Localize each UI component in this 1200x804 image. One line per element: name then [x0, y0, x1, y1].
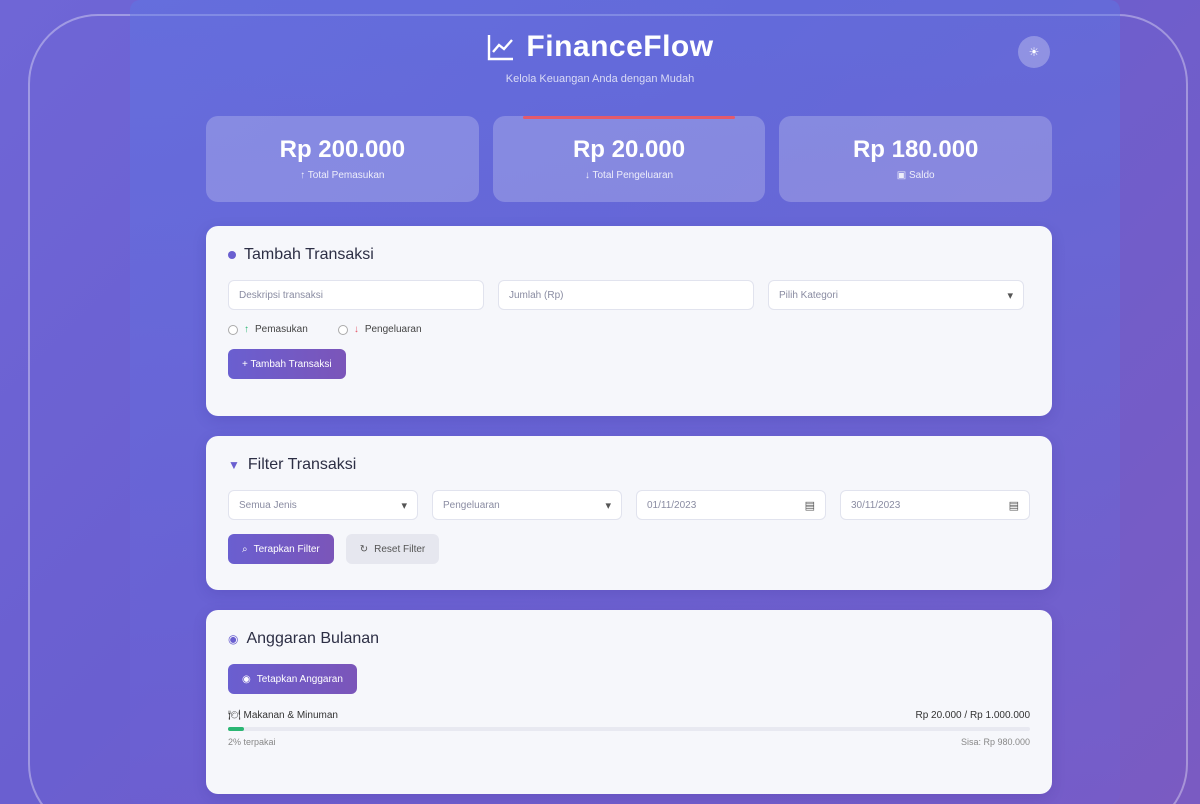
set-budget-button[interactable]: ◉ Tetapkan Anggaran [228, 664, 357, 694]
balance-stat-card: Rp 180.000 ▣ Saldo [779, 116, 1053, 202]
add-transaction-button[interactable]: + Tambah Transaksi [228, 349, 346, 379]
filter-title: ▼ Filter Transaksi [228, 456, 357, 473]
income-radio[interactable]: ↑ Pemasukan [228, 324, 308, 335]
chevron-down-icon: ▾ [605, 499, 611, 512]
apply-filter-button[interactable]: ⌕ Terapkan Filter [228, 534, 334, 564]
budget-item-amount: Rp 20.000 / Rp 1.000.000 [915, 710, 1030, 721]
add-transaction-title: Tambah Transaksi [228, 246, 1030, 264]
food-icon: 🍽 [228, 710, 244, 721]
type-filter-select[interactable]: Semua Jenis ▾ [228, 490, 418, 520]
chevron-down-icon: ▾ [1007, 289, 1013, 302]
expense-radio[interactable]: ↓ Pengeluaran [337, 324, 422, 335]
radio-circle [337, 324, 348, 335]
add-transaction-card: Tambah Transaksi Deskripsi transaksi Jum… [206, 226, 1052, 416]
refresh-icon: ↻ [359, 543, 369, 555]
budget-remaining-text: Sisa: Rp 980.000 [960, 737, 1030, 747]
income-label: ↑ Total Pemasukan [300, 170, 385, 181]
reset-filter-button[interactable]: ↻ Reset Filter [345, 534, 440, 564]
target-icon: ◉ [242, 673, 251, 685]
budget-card: ◉ Anggaran Bulanan ◉ Tetapkan Anggaran 🍽 … [206, 610, 1052, 794]
income-amount: Rp 200.000 [279, 136, 406, 163]
balance-amount: Rp 180.000 [852, 136, 979, 163]
wallet-icon: ▣ [896, 170, 909, 181]
arrow-down-icon: ↓ [584, 170, 593, 181]
filter-card: ▼ Filter Transaksi Semua Jenis ▾ Pengelu… [206, 436, 1052, 590]
theme-toggle-button[interactable]: ☀ [1018, 36, 1050, 68]
summary-stats: Rp 200.000 ↑ Total Pemasukan Rp 20.000 ↓… [206, 116, 1053, 202]
date-to-input[interactable]: 30/11/2023 ▤ [840, 490, 1030, 520]
budget-title: ◉ Anggaran Bulanan [228, 630, 380, 647]
target-icon: ◉ [228, 632, 239, 646]
expense-label: ↓ Total Pengeluaran [584, 170, 674, 181]
app-title: FinanceFlow [486, 30, 713, 64]
arrow-up-icon: ↑ [300, 170, 308, 181]
balance-label: ▣ Saldo [896, 170, 935, 181]
expense-stat-card: Rp 20.000 ↓ Total Pengeluaran [492, 116, 766, 202]
arrow-down-icon: ↓ [353, 324, 359, 335]
app-title-text: FinanceFlow [526, 30, 714, 63]
bullet-icon [228, 251, 236, 259]
chart-line-icon [488, 35, 514, 61]
description-input[interactable]: Deskripsi transaksi [228, 280, 484, 310]
calendar-icon: ▤ [804, 499, 815, 512]
category-filter-select[interactable]: Pengeluaran ▾ [432, 490, 622, 520]
arrow-up-icon: ↑ [244, 324, 249, 335]
income-stat-card: Rp 200.000 ↑ Total Pemasukan [206, 116, 479, 202]
calendar-icon: ▤ [1008, 499, 1019, 512]
budget-item-name: 🍽 Makanan & Minuman [228, 710, 338, 721]
app-subtitle: Kelola Keuangan Anda dengan Mudah [505, 73, 695, 85]
amount-input[interactable]: Jumlah (Rp) [498, 280, 754, 310]
expense-amount: Rp 20.000 [572, 136, 686, 163]
budget-progress-fill [228, 727, 245, 731]
budget-used-text: 2% terpakai [228, 737, 276, 747]
category-select[interactable]: Pilih Kategori ▾ [768, 280, 1024, 310]
chevron-down-icon: ▾ [401, 499, 407, 512]
budget-progress-bar [228, 727, 1030, 731]
budget-item: 🍽 Makanan & Minuman Rp 20.000 / Rp 1.000… [228, 710, 1030, 721]
search-icon: ⌕ [242, 543, 248, 555]
radio-circle [228, 324, 238, 335]
date-from-input[interactable]: 01/11/2023 ▤ [636, 490, 826, 520]
filter-icon: ▼ [228, 458, 240, 472]
sun-icon: ☀ [1028, 45, 1040, 59]
